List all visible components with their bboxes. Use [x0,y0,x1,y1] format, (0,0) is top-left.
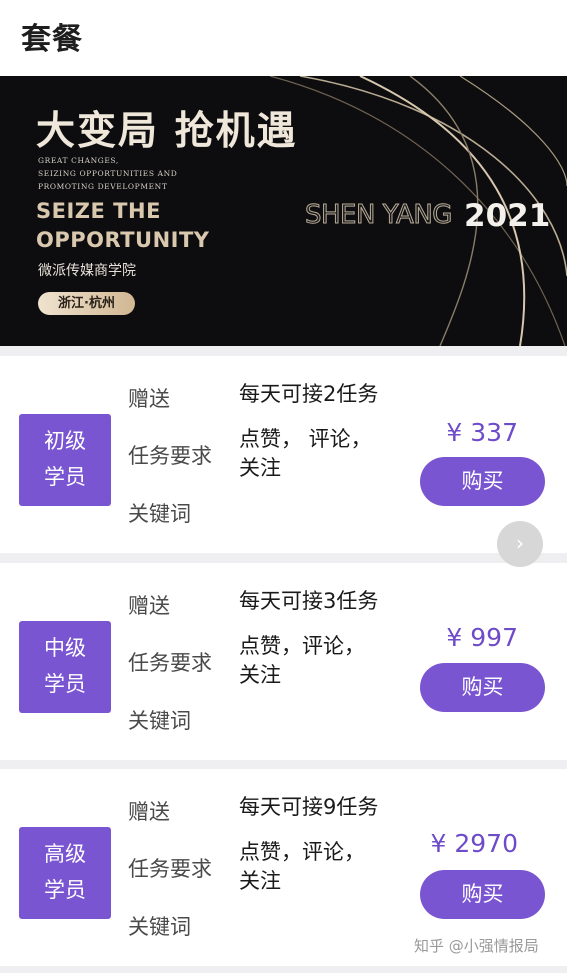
page-header: 套餐 [0,0,567,76]
buy-button[interactable]: 购买 [420,870,545,919]
keyword-label: 关键词 [128,915,191,939]
plan-card-intermediate: 中级 学员 赠送 每天可接3任务 任务要求 点赞，评论， 关注 关键词 ¥ 99… [0,563,567,760]
gift-label: 赠送 [128,387,170,411]
banner-school-name: 微派传媒商学院 [38,263,136,279]
requirement-line: 关注 [239,663,281,687]
requirement-value: 点赞，评论， 关注 [239,632,365,690]
tier-badge: 中级 学员 [19,621,111,713]
tier-label: 学员 [44,465,86,489]
tier-label: 高级 [44,842,86,866]
gift-value: 每天可接3任务 [239,589,379,613]
tier-badge: 高级 学员 [19,827,111,919]
tier-label: 学员 [44,672,86,696]
requirement-label: 任务要求 [128,651,212,675]
plan-price: ¥ 2970 [430,829,518,858]
buy-button[interactable]: 购买 [420,457,545,506]
page-title: 套餐 [21,22,83,57]
banner-english-line: SEIZE THE [36,199,161,223]
requirement-line: 点赞，评论， [239,634,365,658]
banner-small-line: PROMOTING DEVELOPMENT [38,182,168,191]
gift-label: 赠送 [128,594,170,618]
banner-city: SHEN YANG [305,200,453,231]
keyword-label: 关键词 [128,709,191,733]
banner-small-text: GREAT CHANGES, SEIZING OPPORTUNITIES AND… [38,154,177,193]
banner-small-line: SEIZING OPPORTUNITIES AND [38,169,178,178]
chevron-right-icon[interactable]: › [497,521,543,567]
keyword-label: 关键词 [128,502,191,526]
banner-english-title: SEIZE THE OPPORTUNITY [36,197,210,255]
requirement-value: 点赞， 评论， 关注 [239,425,372,483]
gift-value: 每天可接9任务 [239,795,379,819]
tier-badge: 初级 学员 [19,414,111,506]
banner-location-pill: 浙江·杭州 [38,292,135,315]
requirement-label: 任务要求 [128,444,212,468]
banner-year: 2021 [464,198,551,234]
requirement-line: 关注 [239,869,281,893]
gift-value: 每天可接2任务 [239,382,379,406]
gift-label: 赠送 [128,800,170,824]
requirement-line: 点赞，评论， [239,840,365,864]
plan-price: ¥ 337 [446,418,518,447]
requirement-line: 关注 [239,456,281,480]
banner-small-line: GREAT CHANGES, [38,156,119,165]
requirement-value: 点赞，评论， 关注 [239,838,365,896]
banner-headline: 大变局 抢机遇 [36,109,298,154]
requirement-label: 任务要求 [128,857,212,881]
requirement-line: 点赞， 评论， [239,427,372,451]
tier-label: 学员 [44,878,86,902]
promo-banner[interactable]: 大变局 抢机遇 GREAT CHANGES, SEIZING OPPORTUNI… [0,76,567,346]
tier-label: 中级 [44,636,86,660]
buy-button[interactable]: 购买 [420,663,545,712]
tier-label: 初级 [44,429,86,453]
plan-price: ¥ 997 [446,623,518,652]
watermark: 知乎 @小强情报局 [414,937,539,955]
banner-english-line: OPPORTUNITY [36,228,210,252]
plan-card-junior: 初级 学员 赠送 每天可接2任务 任务要求 点赞， 评论， 关注 关键词 ¥ 3… [0,356,567,553]
